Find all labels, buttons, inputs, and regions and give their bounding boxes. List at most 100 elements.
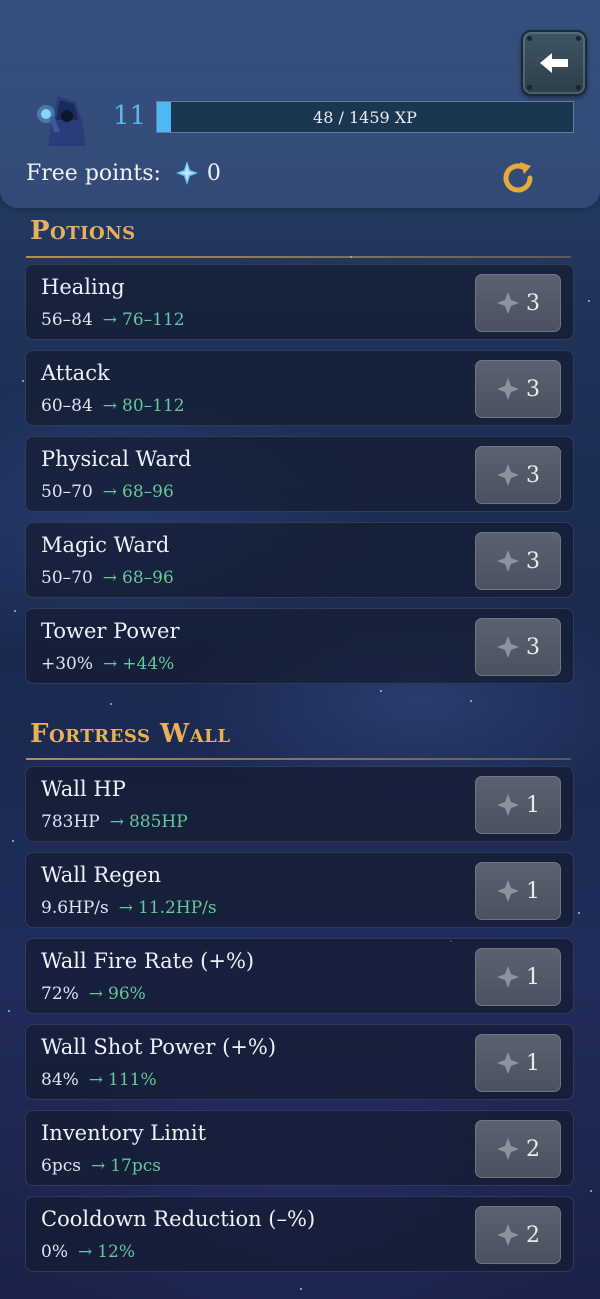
gem-icon [496, 1223, 520, 1247]
upgrade-button[interactable]: 3 [475, 274, 561, 332]
upgrade-button[interactable]: 2 [475, 1120, 561, 1178]
upgrade-values: 50–70 → 68–96 [41, 482, 174, 502]
upgrade-name: Cooldown Reduction (–%) [41, 1207, 316, 1231]
upgrade-cost: 1 [526, 878, 540, 904]
gem-icon [496, 377, 520, 401]
upgrade-cost: 3 [526, 462, 540, 488]
upgrade-button[interactable]: 1 [475, 862, 561, 920]
section-divider [26, 758, 571, 760]
upgrade-cost: 1 [526, 1050, 540, 1076]
upgrade-name: Wall Regen [41, 863, 162, 887]
upgrade-card-wall-hp: Wall HP 783HP → 885HP 1 [25, 766, 574, 842]
next-value: 885HP [128, 812, 188, 832]
back-button[interactable] [521, 30, 587, 96]
gem-icon [175, 161, 198, 185]
arrow-icon: → [102, 310, 118, 330]
upgrade-values: +30% → +44% [41, 654, 174, 674]
upgrade-button[interactable]: 2 [475, 1206, 561, 1264]
upgrade-cost: 2 [526, 1136, 540, 1162]
gem-icon [496, 793, 520, 817]
arrow-icon: → [103, 654, 118, 674]
next-value: +44% [122, 654, 175, 674]
arrow-icon: → [109, 812, 124, 832]
upgrade-values: 9.6HP/s → 11.2HP/s [41, 898, 217, 918]
gem-icon [496, 635, 520, 659]
back-arrow-icon [540, 53, 568, 73]
upgrade-cost: 1 [526, 964, 540, 990]
upgrade-card-tower-power: Tower Power +30% → +44% 3 [25, 608, 574, 684]
free-points-value: 0 [206, 160, 221, 186]
upgrade-card-healing: Healing 56–84 → 76–112 3 [25, 264, 574, 340]
next-value: 96% [108, 984, 146, 1004]
upgrade-card-wall-shot-power: Wall Shot Power (+%) 84% → 111% 1 [25, 1024, 574, 1100]
arrow-icon: → [102, 482, 118, 502]
upgrade-values: 84% → 111% [41, 1070, 157, 1090]
current-value: 50–70 [41, 482, 93, 502]
upgrade-name: Tower Power [41, 619, 180, 643]
upgrade-button[interactable]: 1 [475, 948, 561, 1006]
arrow-icon: → [90, 1156, 106, 1176]
upgrade-card-physical-ward: Physical Ward 50–70 → 68–96 3 [25, 436, 574, 512]
upgrade-name: Wall HP [41, 777, 126, 801]
upgrade-button[interactable]: 3 [475, 446, 561, 504]
refresh-icon[interactable] [500, 160, 536, 196]
current-value: 60–84 [41, 396, 93, 416]
upgrade-name: Wall Shot Power (+%) [41, 1035, 277, 1059]
current-value: 0% [41, 1242, 68, 1262]
current-value: 9.6HP/s [41, 898, 109, 918]
arrow-icon: → [77, 1242, 93, 1262]
next-value: 68–96 [122, 482, 174, 502]
upgrade-cost: 1 [526, 792, 540, 818]
upgrade-card-cooldown-reduction: Cooldown Reduction (–%) 0% → 12% 2 [25, 1196, 574, 1272]
current-value: 72% [41, 984, 79, 1004]
arrow-icon: → [118, 898, 134, 918]
arrow-icon: → [88, 984, 104, 1004]
xp-text: 48 / 1459 XP [313, 107, 417, 127]
next-value: 80–112 [122, 396, 185, 416]
current-value: 783HP [41, 812, 100, 832]
upgrade-values: 60–84 → 80–112 [41, 396, 185, 416]
gem-icon [496, 1137, 520, 1161]
next-value: 76–112 [122, 310, 185, 330]
gem-icon [496, 291, 520, 315]
gem-icon [496, 549, 520, 573]
arrow-icon: → [102, 568, 118, 588]
upgrade-name: Healing [41, 275, 125, 299]
gem-icon [496, 965, 520, 989]
upgrade-button[interactable]: 3 [475, 532, 561, 590]
upgrade-card-magic-ward: Magic Ward 50–70 → 68–96 3 [25, 522, 574, 598]
gem-icon [496, 879, 520, 903]
player-level: 11 [113, 101, 147, 131]
current-value: +30% [41, 654, 94, 674]
next-value: 12% [97, 1242, 136, 1262]
upgrade-name: Magic Ward [41, 533, 170, 557]
gem-icon [496, 1051, 520, 1075]
upgrade-button[interactable]: 3 [475, 360, 561, 418]
free-points: Free points: 0 [26, 160, 221, 186]
upgrade-cost: 3 [526, 376, 540, 402]
upgrade-cost: 3 [526, 634, 540, 660]
wizard-avatar [37, 96, 86, 146]
current-value: 50–70 [41, 568, 93, 588]
current-value: 6pcs [41, 1156, 81, 1176]
upgrade-button[interactable]: 1 [475, 1034, 561, 1092]
upgrade-button[interactable]: 3 [475, 618, 561, 676]
section-divider [26, 256, 571, 258]
upgrade-cost: 2 [526, 1222, 540, 1248]
upgrade-card-attack: Attack 60–84 → 80–112 3 [25, 350, 574, 426]
upgrade-button[interactable]: 1 [475, 776, 561, 834]
free-points-label: Free points: [26, 160, 161, 186]
upgrade-values: 6pcs → 17pcs [41, 1156, 161, 1176]
section-title-potions: Potions [30, 216, 136, 246]
upgrade-name: Attack [41, 361, 110, 385]
next-value: 17pcs [110, 1156, 161, 1176]
next-value: 11.2HP/s [138, 898, 217, 918]
upgrade-name: Inventory Limit [41, 1121, 207, 1145]
arrow-icon: → [102, 396, 118, 416]
current-value: 56–84 [41, 310, 93, 330]
upgrade-values: 50–70 → 68–96 [41, 568, 174, 588]
upgrade-values: 72% → 96% [41, 984, 146, 1004]
upgrade-card-wall-regen: Wall Regen 9.6HP/s → 11.2HP/s 1 [25, 852, 574, 928]
section-title-fortress-wall: Fortress Wall [30, 719, 231, 749]
upgrade-card-wall-fire-rate: Wall Fire Rate (+%) 72% → 96% 1 [25, 938, 574, 1014]
